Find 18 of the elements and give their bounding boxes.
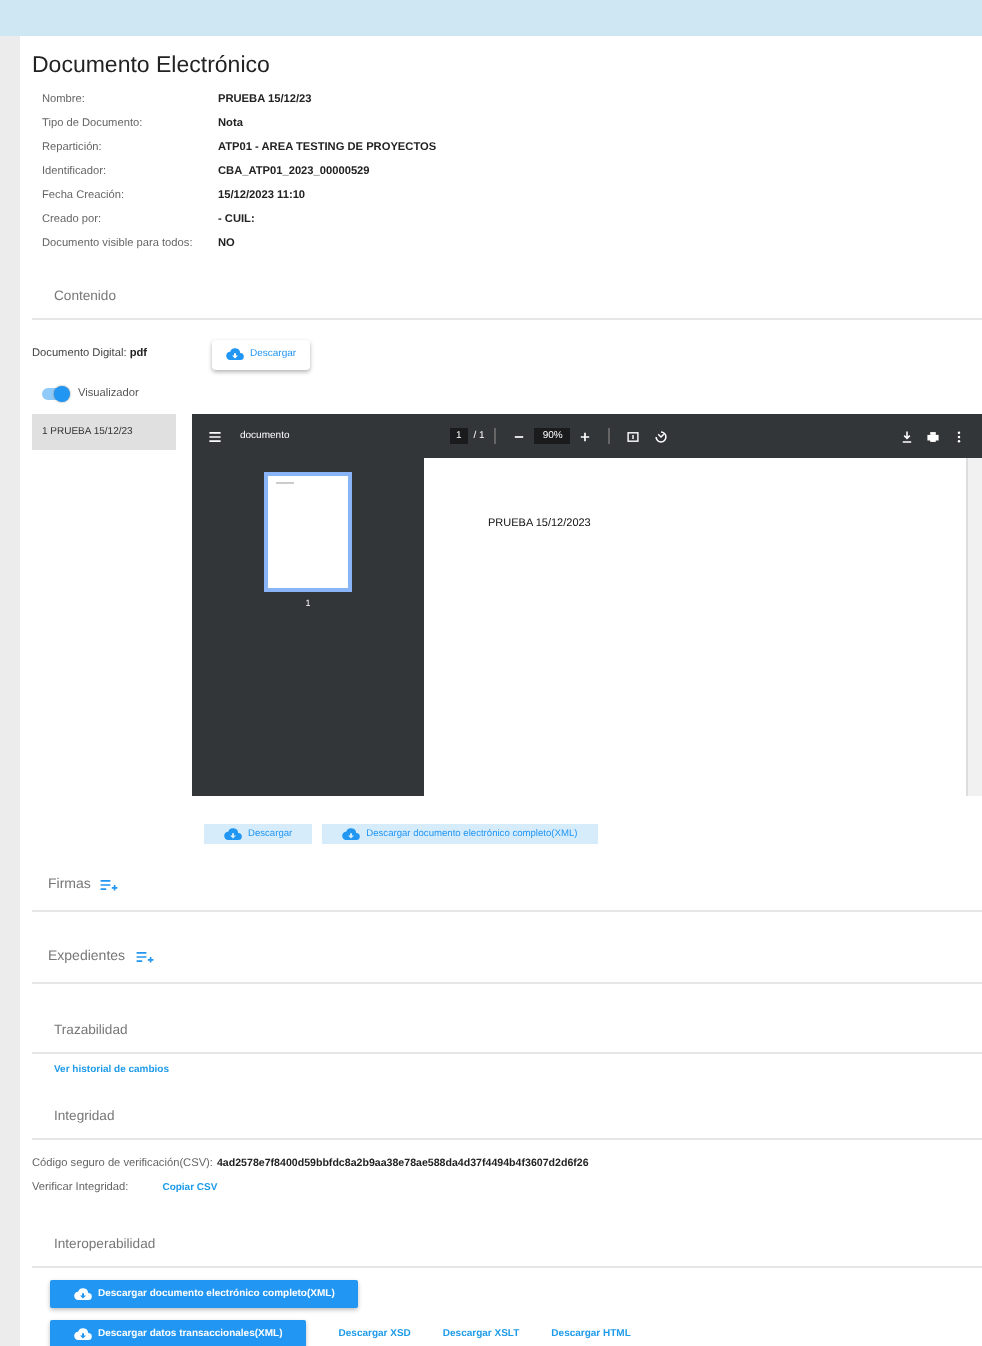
print-icon[interactable] xyxy=(926,429,940,443)
page-thumbnail[interactable] xyxy=(264,472,352,592)
add-list-icon[interactable] xyxy=(135,950,154,964)
more-icon[interactable] xyxy=(952,429,966,443)
zoom-in-icon[interactable] xyxy=(578,429,593,443)
cloud-download-icon xyxy=(226,348,244,360)
cloud-download-icon xyxy=(224,828,242,840)
page-title: Documento Electrónico xyxy=(32,54,272,78)
cloud-download-icon xyxy=(342,828,361,840)
cloud-download-icon xyxy=(74,1288,92,1300)
cloud-download-icon xyxy=(74,1328,92,1340)
fit-page-icon[interactable] xyxy=(626,429,641,443)
rotate-icon[interactable] xyxy=(654,429,669,443)
download-icon[interactable] xyxy=(900,429,914,443)
scrollbar[interactable] xyxy=(966,458,982,796)
add-list-icon[interactable] xyxy=(100,878,119,892)
toggle-switch[interactable] xyxy=(42,388,68,400)
menu-icon[interactable] xyxy=(208,429,222,443)
